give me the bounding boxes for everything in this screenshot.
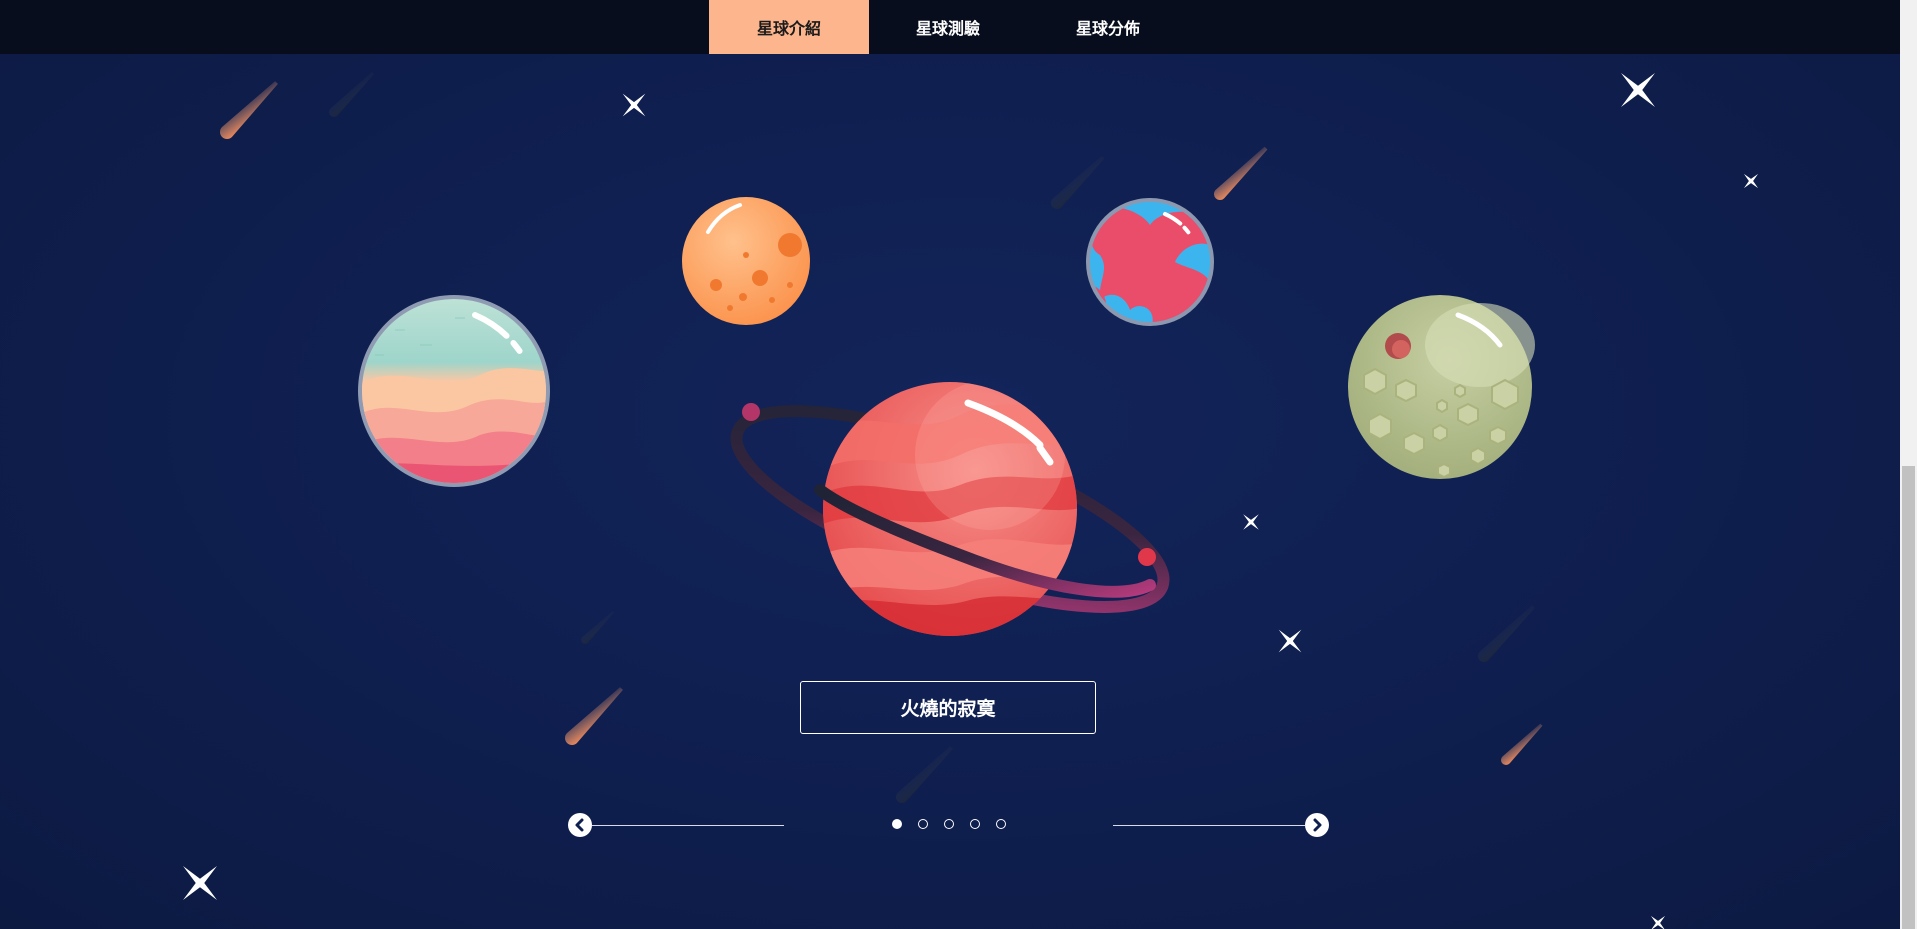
carousel-dot-5[interactable] [996,819,1006,829]
planet-ringed-red[interactable] [716,372,1185,647]
star-icon [1243,514,1259,530]
tab-planet-quiz[interactable]: 星球測驗 [868,0,1028,54]
carousel-line-right [1113,825,1305,826]
star-icon [1650,915,1666,929]
planet-title: 火燒的寂寞 [900,698,996,720]
chevron-right-icon [1313,818,1322,832]
tab-planet-distribution[interactable]: 星球分佈 [1028,0,1188,54]
carousel-dot-1[interactable] [892,819,902,829]
meteor-icon [896,746,953,803]
meteor-icon [329,72,374,117]
star-icon [183,866,217,900]
meteor-icon [581,611,614,644]
carousel-line-left [592,825,784,826]
planet-ocean[interactable] [1086,198,1214,330]
meteor-icon [565,687,623,745]
scrollbar-thumb[interactable] [1902,466,1915,929]
planet-orange[interactable] [682,197,810,325]
next-button[interactable] [1305,813,1329,837]
carousel-dot-2[interactable] [918,819,928,829]
top-navbar: 星球介紹 星球測驗 星球分佈 [0,0,1900,54]
meteor-icon [1501,723,1543,765]
meteor-icon [1214,146,1268,200]
space-scene [183,7,1759,929]
chevron-left-icon [575,818,584,832]
star-icon [1743,173,1759,189]
carousel-dot-4[interactable] [970,819,980,829]
star-icon [1278,629,1302,653]
star-icon [622,93,646,117]
star-icon [1621,73,1655,107]
prev-button[interactable] [568,813,592,837]
meteor-icon [1051,155,1105,209]
meteor-icon [220,81,278,139]
scrollbar[interactable] [1900,0,1917,929]
tab-planet-intro[interactable]: 星球介紹 [709,0,869,54]
planet-title-box[interactable]: 火燒的寂寞 [800,681,1096,734]
meteor-icon [1478,605,1535,662]
planet-desert[interactable] [358,295,550,487]
planet-green-moon[interactable] [1348,295,1535,479]
carousel-dot-3[interactable] [944,819,954,829]
